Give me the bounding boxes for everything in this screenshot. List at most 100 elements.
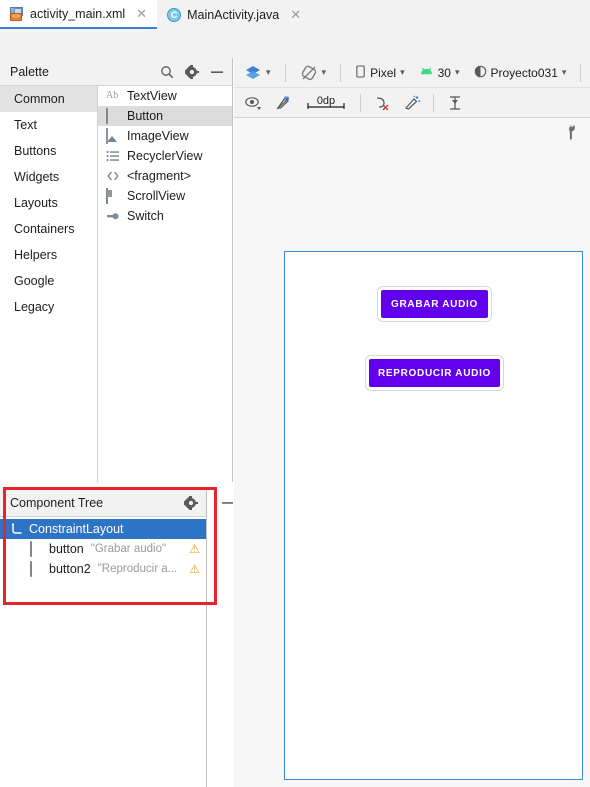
imageview-icon	[106, 128, 120, 144]
palette-category-helpers[interactable]: Helpers	[0, 242, 97, 268]
category-label: Containers	[14, 222, 75, 236]
java-class-icon: C	[167, 7, 182, 22]
palette-item-imageview[interactable]: ImageView	[98, 126, 232, 146]
palette-item-textview[interactable]: Ab TextView	[98, 86, 232, 106]
switch-icon	[106, 209, 120, 223]
palette-category-buttons[interactable]: Buttons	[0, 138, 97, 164]
guidelines-icon[interactable]	[442, 93, 468, 113]
android-icon	[419, 66, 434, 80]
palette-header: Palette	[0, 58, 232, 86]
toggle-autoconnect-icon[interactable]	[270, 93, 296, 113]
recyclerview-icon	[106, 149, 120, 163]
warning-icon[interactable]: ⚠	[189, 542, 200, 556]
palette-category-containers[interactable]: Containers	[0, 216, 97, 242]
phone-icon	[355, 64, 366, 81]
palette-item-label: TextView	[127, 89, 177, 103]
chevron-down-icon: ▾	[400, 67, 405, 77]
breadcrumb-strip	[0, 29, 590, 58]
fragment-icon	[106, 169, 120, 183]
toolbar-separator	[433, 93, 434, 112]
gear-icon[interactable]	[183, 63, 199, 80]
palette-item-label: ScrollView	[127, 189, 186, 203]
orientation-icon[interactable]: ▾	[296, 62, 331, 84]
warning-icon[interactable]: ⚠	[189, 562, 200, 576]
palette-item-button[interactable]: Button	[98, 106, 232, 126]
palette-item-label: Switch	[127, 209, 164, 223]
category-label: Helpers	[14, 248, 58, 262]
palette-item-label: Button	[127, 109, 164, 123]
component-tree-rows: ConstraintLayout button "Grabar audio" ⚠…	[0, 517, 206, 579]
infer-constraints-icon[interactable]	[399, 93, 425, 113]
palette-category-legacy[interactable]: Legacy	[0, 294, 97, 320]
palette-item-list: Ab TextView Button ImageView RecyclerVie…	[98, 86, 232, 482]
search-icon[interactable]	[160, 65, 174, 79]
category-label: Widgets	[14, 170, 60, 184]
tab-label: activity_main.xml	[30, 6, 126, 21]
chevron-down-icon: ▾	[561, 67, 567, 77]
gear-icon[interactable]	[182, 494, 198, 511]
preview-button-grabar-audio[interactable]: GRABAR AUDIO	[377, 286, 492, 322]
minimize-icon[interactable]	[222, 497, 234, 509]
palette-category-list: Common Text Buttons Widgets Layouts Cont…	[0, 86, 98, 482]
palette-item-switch[interactable]: Switch	[98, 206, 232, 226]
design-toolbar-constraints: 0dp 0dp	[234, 88, 590, 118]
component-tree-panel: Component Tree ConstraintLayout button "…	[0, 489, 207, 787]
constraintlayout-icon	[10, 522, 24, 536]
clear-constraints-icon[interactable]	[369, 93, 395, 113]
palette-item-label: RecyclerView	[127, 149, 203, 163]
view-options-icon[interactable]	[240, 93, 266, 113]
device-selector[interactable]: Pixel ▾	[351, 63, 409, 83]
component-tree-header: Component Tree	[0, 489, 206, 517]
theme-label: Proyecto031	[490, 65, 558, 80]
close-icon[interactable]: ✕	[288, 8, 303, 21]
tree-row-button2[interactable]: button2 "Reproducir a... ⚠	[0, 559, 206, 579]
tab-label: MainActivity.java	[187, 7, 280, 22]
tree-node-value: "Reproducir a...	[97, 563, 178, 575]
minimize-icon[interactable]	[210, 65, 224, 79]
palette-panel: Palette Common Text Buttons Widgets Layo…	[0, 58, 233, 482]
button-icon	[106, 108, 120, 124]
textview-icon: Ab	[106, 90, 119, 101]
category-label: Text	[14, 118, 37, 132]
device-label: Pixel	[370, 65, 397, 80]
category-label: Legacy	[14, 300, 55, 314]
tab-activity-main-xml[interactable]: <> activity_main.xml ✕	[0, 0, 158, 29]
xml-tag-glyph: <>	[10, 12, 22, 21]
design-toolbar-primary: ▾ ▾ Pixel ▾ 30 ▾ Proyecto031 ▾	[234, 58, 590, 88]
palette-category-text[interactable]: Text	[0, 112, 97, 138]
palette-category-common[interactable]: Common	[0, 86, 97, 112]
palette-item-recyclerview[interactable]: RecyclerView	[98, 146, 232, 166]
tree-row-constraintlayout[interactable]: ConstraintLayout	[0, 519, 206, 539]
chevron-down-icon: ▾	[266, 67, 271, 77]
tree-node-name: button	[49, 542, 84, 556]
tree-node-name: button2	[49, 562, 91, 576]
toolbar-separator	[580, 63, 582, 82]
palette-title: Palette	[10, 64, 49, 79]
palette-category-layouts[interactable]: Layouts	[0, 190, 97, 216]
category-label: Common	[14, 92, 65, 106]
palette-category-widgets[interactable]: Widgets	[0, 164, 97, 190]
device-preview-frame[interactable]: GRABAR AUDIO REPRODUCIR AUDIO	[284, 251, 583, 780]
theme-icon	[474, 65, 487, 81]
palette-item-scrollview[interactable]: ScrollView	[98, 186, 232, 206]
tree-node-value: "Grabar audio"	[90, 543, 167, 555]
api-level-selector[interactable]: 30 ▾	[415, 64, 464, 82]
theme-selector[interactable]: Proyecto031 ▾	[470, 63, 571, 83]
tree-row-button[interactable]: button "Grabar audio" ⚠	[0, 539, 206, 559]
render-settings-icon[interactable]	[565, 124, 579, 140]
palette-item-label: ImageView	[127, 129, 189, 143]
chevron-down-icon: ▾	[454, 67, 460, 77]
editor-tab-bar: <> activity_main.xml ✕ C MainActivity.ja…	[0, 0, 590, 30]
palette-item-fragment[interactable]: <fragment>	[98, 166, 232, 186]
palette-category-google[interactable]: Google	[0, 268, 97, 294]
xml-layout-icon: <>	[10, 6, 24, 21]
button-icon	[30, 561, 44, 577]
default-margin-control[interactable]: 0dp 0dp	[300, 92, 352, 114]
category-label: Layouts	[14, 196, 58, 210]
tab-mainactivity-java[interactable]: C MainActivity.java ✕	[157, 0, 311, 29]
close-icon[interactable]: ✕	[134, 7, 149, 20]
component-tree-title: Component Tree	[10, 495, 104, 510]
preview-button-reproducir-audio[interactable]: REPRODUCIR AUDIO	[365, 355, 504, 391]
design-modes-icon[interactable]: ▾	[240, 62, 275, 84]
category-label: Google	[14, 274, 55, 288]
